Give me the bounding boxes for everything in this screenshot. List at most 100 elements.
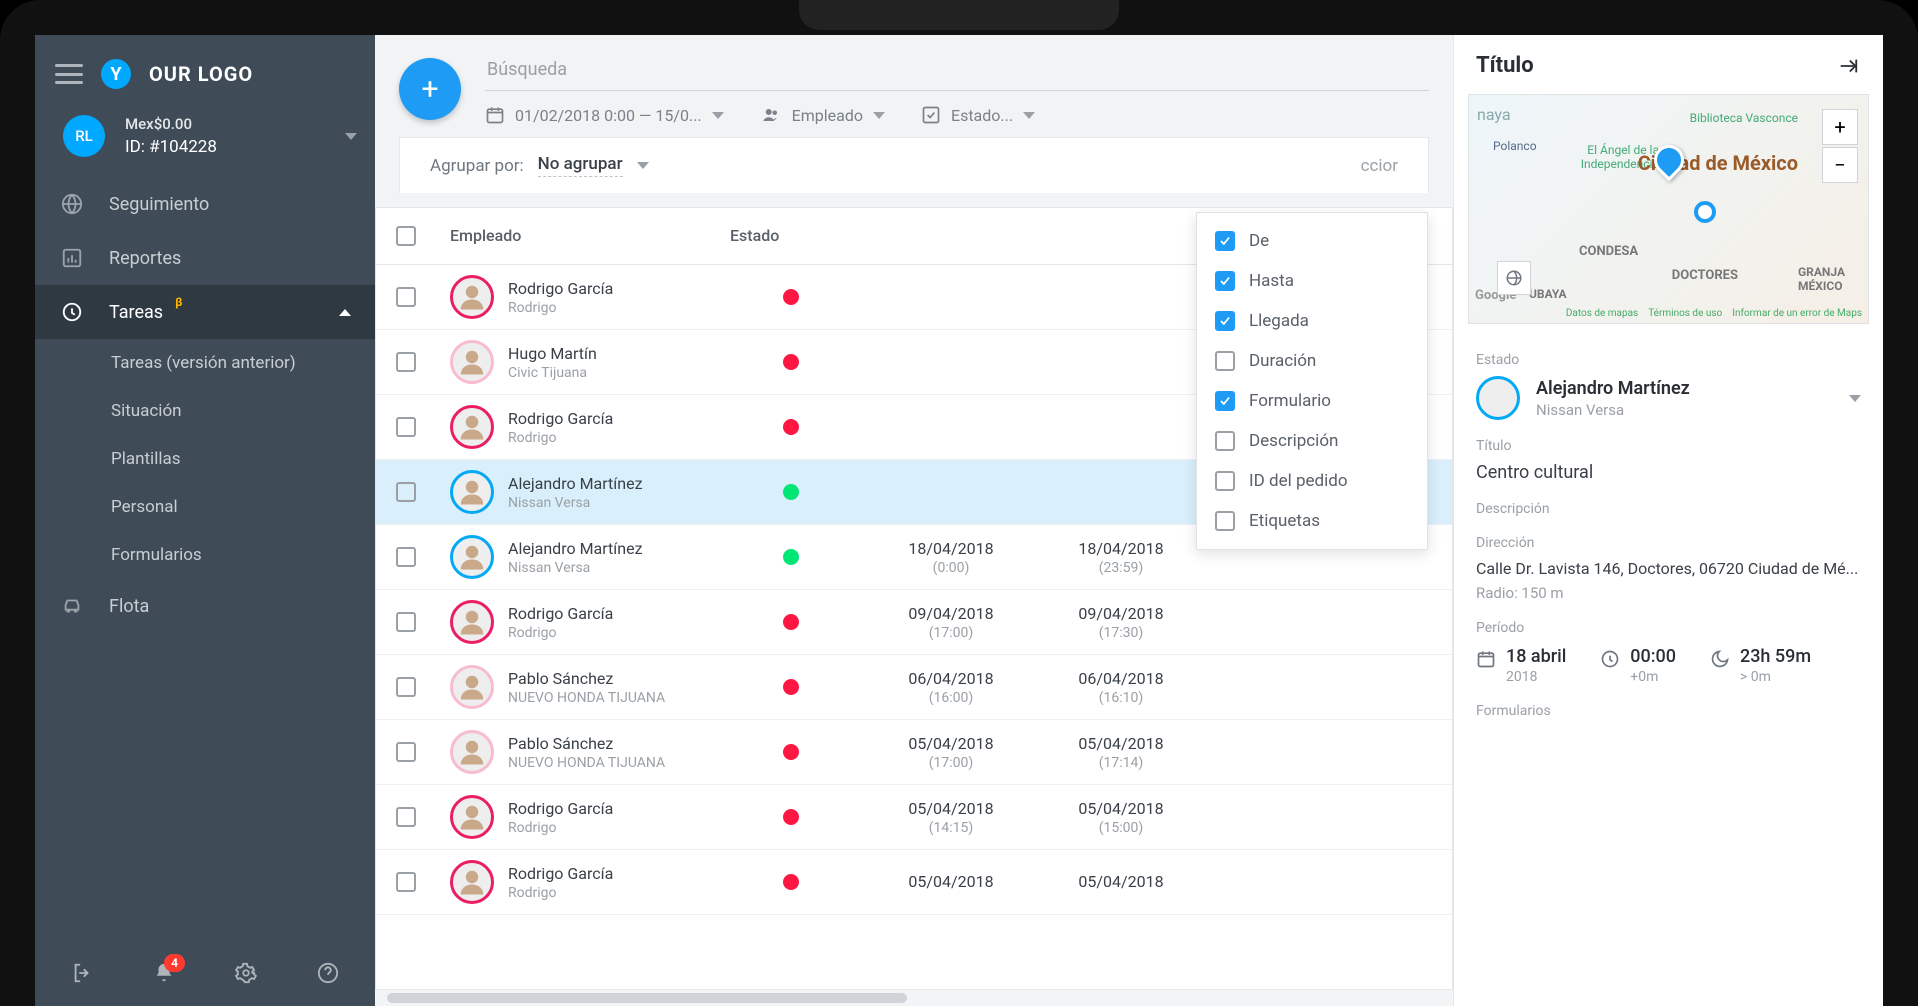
status-dot [783, 874, 799, 890]
row-checkbox[interactable] [396, 352, 416, 372]
row-checkbox[interactable] [396, 547, 416, 567]
period-date: 18 abril [1506, 646, 1566, 667]
map-zoom-out[interactable]: − [1822, 147, 1858, 183]
map-attr[interactable]: Informar de un error de Maps [1732, 308, 1862, 319]
employee-sub: NUEVO HONDA TIJUANA [508, 690, 665, 706]
chevron-down-icon [1023, 112, 1035, 119]
table-row[interactable]: Rodrigo GarcíaRodrigo 09/04/2018(17:00) … [376, 590, 1452, 655]
table-row[interactable]: Pablo SánchezNUEVO HONDA TIJUANA 05/04/2… [376, 720, 1452, 785]
nav-label: Seguimiento [109, 194, 209, 215]
nav-seguimiento[interactable]: Seguimiento [35, 177, 375, 231]
chevron-up-icon [339, 309, 351, 316]
user-balance: Mex$0.00 [125, 115, 217, 133]
chevron-down-icon [873, 112, 885, 119]
row-checkbox[interactable] [396, 482, 416, 502]
collapse-icon[interactable] [1835, 55, 1861, 77]
col-header-status[interactable]: Estado [716, 208, 866, 264]
nav-formularios[interactable]: Formularios [35, 531, 375, 579]
status-filter-label: Estado... [951, 106, 1013, 125]
details-panel: Título naya Polanco El Ángel de la Indep… [1453, 35, 1883, 1006]
employee-sub: Nissan Versa [508, 495, 643, 511]
date-range-filter[interactable]: 01/02/2018 0:00 — 15/0... [485, 105, 724, 125]
map-label: Polanco [1493, 139, 1537, 153]
chevron-down-icon [712, 112, 724, 119]
map-zoom-in[interactable]: + [1822, 109, 1858, 145]
checkbox-icon [1215, 511, 1235, 531]
row-checkbox[interactable] [396, 872, 416, 892]
logout-icon[interactable] [71, 962, 93, 984]
column-option-label: De [1249, 231, 1269, 251]
nav-tareas[interactable]: Tareas β [35, 285, 375, 339]
notifications-icon[interactable]: 4 [153, 962, 175, 984]
nav-plantillas[interactable]: Plantillas [35, 435, 375, 483]
truncated-text: ccior [1361, 156, 1398, 176]
row-checkbox[interactable] [396, 612, 416, 632]
employee-avatar [450, 860, 494, 904]
start-date: 05/04/2018 [908, 799, 993, 818]
gear-icon[interactable] [235, 962, 257, 984]
row-checkbox[interactable] [396, 287, 416, 307]
status-filter[interactable]: Estado... [921, 105, 1035, 125]
select-all-checkbox[interactable] [396, 226, 416, 246]
column-option[interactable]: ID del pedido [1197, 461, 1427, 501]
nav-situacion[interactable]: Situación [35, 387, 375, 435]
map[interactable]: naya Polanco El Ángel de la Independenci… [1468, 94, 1869, 324]
row-checkbox[interactable] [396, 742, 416, 762]
end-date: 05/04/2018 [1078, 734, 1163, 753]
map-attr[interactable]: Datos de mapas [1566, 308, 1638, 319]
row-checkbox[interactable] [396, 807, 416, 827]
employee-sub: Rodrigo [508, 820, 613, 836]
nav-personal[interactable]: Personal [35, 483, 375, 531]
columns-dropdown[interactable]: De HastaLlegada Duración FormularioDescripc… [1196, 212, 1428, 550]
chart-icon [59, 247, 85, 269]
help-icon[interactable] [317, 962, 339, 984]
checkbox-icon [1215, 391, 1235, 411]
menu-toggle[interactable] [55, 64, 83, 84]
column-option[interactable]: Hasta [1197, 261, 1427, 301]
nav-reportes[interactable]: Reportes [35, 231, 375, 285]
employee-sub: Rodrigo [508, 300, 613, 316]
column-option[interactable]: De [1197, 221, 1427, 261]
column-option[interactable]: Formulario [1197, 381, 1427, 421]
col-header-employee[interactable]: Empleado [436, 208, 716, 264]
employee-sub: Civic Tijuana [508, 365, 597, 381]
column-option[interactable]: Etiquetas [1197, 501, 1427, 541]
details-title: Título [1476, 53, 1534, 78]
column-option-label: Duración [1249, 351, 1316, 371]
row-checkbox[interactable] [396, 677, 416, 697]
nav-flota[interactable]: Flota [35, 579, 375, 633]
search-input[interactable] [485, 53, 1429, 91]
column-option[interactable]: Llegada [1197, 301, 1427, 341]
beta-badge: β [175, 295, 182, 309]
column-option[interactable]: Duración [1197, 341, 1427, 381]
employee-filter[interactable]: Empleado [760, 106, 885, 125]
end-time: (15:00) [1099, 820, 1144, 836]
status-dot [783, 809, 799, 825]
table-row[interactable]: Rodrigo GarcíaRodrigo 05/04/2018 05/04/2… [376, 850, 1452, 915]
checkbox-icon [1215, 431, 1235, 451]
row-checkbox[interactable] [396, 417, 416, 437]
add-button[interactable]: + [399, 58, 461, 120]
employee-avatar [450, 600, 494, 644]
column-option[interactable]: Descripción [1197, 421, 1427, 461]
assignee-select[interactable]: Alejandro Martínez Nissan Versa [1476, 376, 1861, 420]
map-attr[interactable]: Términos de uso [1648, 308, 1722, 319]
checkbox-icon [1215, 231, 1235, 251]
start-date: 09/04/2018 [908, 604, 993, 623]
user-block[interactable]: RL Mex$0.00 ID: #104228 [35, 103, 375, 177]
group-by-select[interactable]: No agrupar [538, 154, 623, 177]
end-date: 18/04/2018 [1078, 539, 1163, 558]
end-time: (17:14) [1099, 755, 1144, 771]
table-row[interactable]: Pablo Sánchez NUEVO HONDA TIJUANA 06/04/2… [376, 655, 1452, 720]
map-globe-button[interactable] [1497, 261, 1531, 295]
nav-tareas-old[interactable]: Tareas (versión anterior) [35, 339, 375, 387]
horizontal-scrollbar[interactable] [375, 990, 1453, 1006]
employee-name: Pablo Sánchez [508, 669, 665, 688]
table-row[interactable]: Rodrigo GarcíaRodrigo 05/04/2018(14:15) … [376, 785, 1452, 850]
checkbox-icon [1215, 351, 1235, 371]
start-date: 06/04/2018 [908, 669, 993, 688]
field-label-address: Dirección [1476, 535, 1861, 551]
logo-icon: Y [101, 59, 131, 89]
employee-avatar [450, 665, 494, 709]
employee-sub: Rodrigo [508, 885, 613, 901]
